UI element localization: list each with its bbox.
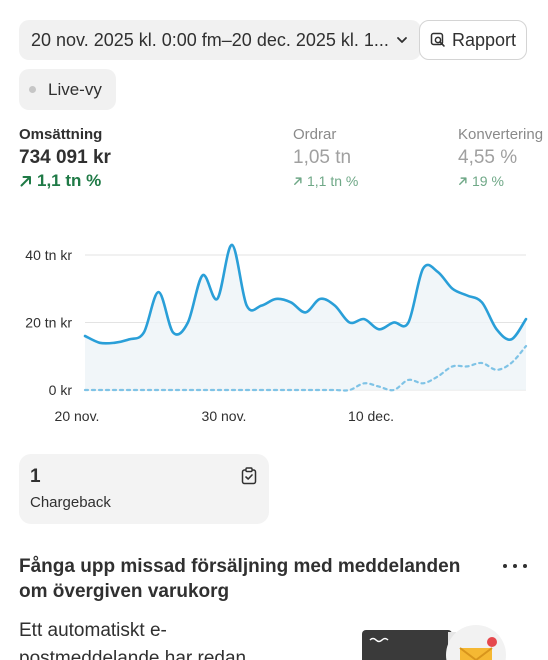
revenue-line-chart[interactable]: 40 tn kr 20 tn kr 0 kr 20 nov. 30 nov. 10 dec…: [0, 230, 548, 430]
arrow-up-right-icon: [459, 177, 467, 185]
metric-conversion-label: Konvertering: [458, 126, 544, 143]
metric-revenue-label: Omsättning: [19, 126, 103, 143]
metric-conversion[interactable]: Konvertering 4,55 % 19 %: [458, 125, 543, 192]
y-tick-label: 0 kr: [49, 382, 73, 398]
live-status-dot: [29, 86, 36, 93]
metric-orders[interactable]: Ordrar 1,05 tn 1,1 tn %: [293, 125, 358, 192]
x-tick-label: 30 nov.: [202, 408, 247, 424]
metric-conversion-value: 4,55 %: [458, 147, 518, 168]
metric-revenue[interactable]: Omsättning 734 091 kr 1,1 tn %: [19, 125, 111, 192]
chargeback-count: 1: [30, 466, 41, 487]
live-view-button[interactable]: Live-vy: [19, 69, 116, 110]
promo-title: Fånga upp missad försäljning med meddela…: [19, 556, 461, 602]
x-tick-label: 20 nov.: [55, 408, 100, 424]
metric-orders-delta: 1,1 tn %: [307, 173, 359, 189]
report-button-label: Rapport: [451, 29, 516, 50]
series-area-fill: [85, 244, 526, 390]
report-search-icon: [430, 32, 445, 47]
y-tick-label: 20 tn kr: [25, 315, 72, 331]
dot: [503, 564, 507, 568]
chargeback-card[interactable]: 1 Chargeback: [19, 454, 269, 524]
metric-orders-label: Ordrar: [293, 126, 337, 143]
metric-revenue-value: 734 091 kr: [19, 147, 111, 168]
metric-revenue-delta: 1,1 tn %: [37, 171, 102, 190]
dot: [523, 564, 527, 568]
x-tick-label: 10 dec.: [348, 408, 394, 424]
date-range-selector[interactable]: 20 nov. 2025 kl. 0:00 fm–20 dec. 2025 kl…: [19, 20, 421, 60]
chevron-down-icon: [397, 37, 407, 43]
metric-conversion-delta: 19 %: [472, 173, 504, 189]
clipboard-check-icon: [241, 467, 257, 485]
report-button[interactable]: Rapport: [419, 20, 527, 60]
email-illustration: [362, 625, 506, 660]
promo-body: Ett automatiskt e-postmeddelande har red…: [19, 620, 247, 660]
date-range-label: 20 nov. 2025 kl. 0:00 fm–20 dec. 2025 kl…: [31, 29, 389, 50]
arrow-up-right-icon: [20, 176, 31, 187]
chargeback-label: Chargeback: [30, 494, 111, 511]
dot: [513, 564, 517, 568]
more-options-button[interactable]: [503, 559, 527, 573]
y-tick-label: 40 tn kr: [25, 247, 72, 263]
live-view-label: Live-vy: [48, 79, 102, 99]
metric-orders-value: 1,05 tn: [293, 147, 352, 168]
arrow-up-right-icon: [294, 177, 302, 185]
